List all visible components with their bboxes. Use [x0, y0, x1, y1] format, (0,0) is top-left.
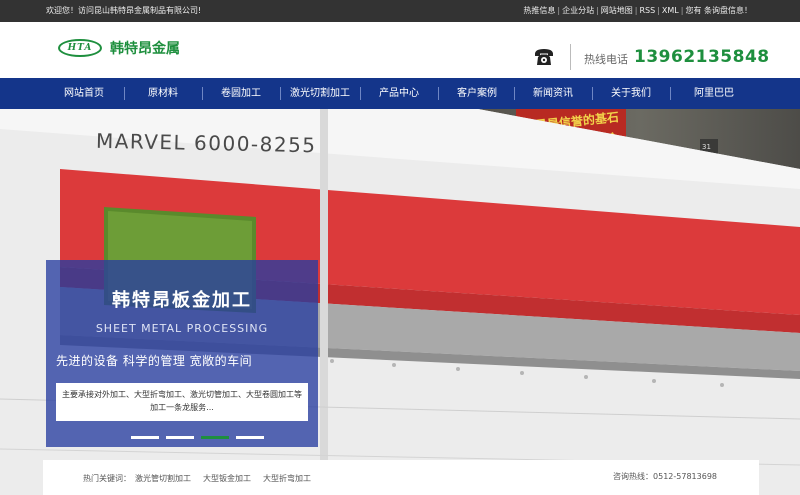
nav-divider	[124, 87, 125, 100]
welcome-text: 欢迎您！访问昆山韩特昂金属制品有限公司!	[46, 6, 202, 15]
machine-bolt	[584, 375, 588, 379]
nav-item-rolling[interactable]: 卷圆加工	[206, 78, 276, 109]
top-link-inquiry[interactable]: 您有 条询盘信息！	[685, 6, 752, 15]
nav-item-products[interactable]: 产品中心	[364, 78, 434, 109]
top-link-branch-sites[interactable]: 企业分站	[562, 6, 594, 15]
logo-mark: HTA	[58, 39, 102, 57]
top-link-separator: |	[657, 6, 660, 15]
top-link-separator: |	[680, 6, 684, 15]
nav-divider	[280, 87, 281, 100]
banner-description: 主要承接对外加工、大型折弯加工、激光切管加工、大型卷圆加工等加工一条龙服务...	[56, 383, 308, 421]
machine-bolt	[392, 363, 396, 367]
top-link-hot-info[interactable]: 热推信息	[523, 6, 555, 15]
keyword-link-laser-tube[interactable]: 激光管切割加工	[135, 473, 191, 484]
logo-name: 韩特昂金属	[110, 41, 180, 57]
top-links: 热推信息 | 企业分站 | 网站地图 | RSS | XML | 您有 条询盘信息！	[523, 0, 752, 22]
banner-caption-card: 韩特昂板金加工 SHEET METAL PROCESSING 先进的设备 科学的…	[46, 260, 318, 447]
slide-indicator-2[interactable]	[166, 436, 194, 439]
top-link-separator: |	[596, 6, 599, 15]
top-utility-bar: 欢迎您！访问昆山韩特昂金属制品有限公司! 热推信息 | 企业分站 | 网站地图 | RSS |…	[0, 0, 800, 22]
hot-keywords-label: 热门关键词：	[83, 474, 131, 483]
site-logo[interactable]: HTA 韩特昂金属	[58, 38, 180, 58]
nav-divider	[670, 87, 671, 100]
machine-bolt	[720, 383, 724, 387]
hotline-label: 热线电话	[584, 53, 628, 66]
machine-model-text: MARVEL 6000-8255	[95, 128, 317, 158]
top-link-separator: |	[557, 6, 561, 15]
slide-indicator-1[interactable]	[131, 436, 159, 439]
hot-keywords-bar: 热门关键词： 激光管切割加工 大型钣金加工 大型折弯加工 咨询热线：0512-5…	[43, 460, 759, 495]
nav-item-about[interactable]: 关于我们	[596, 78, 666, 109]
slide-indicators	[131, 436, 265, 439]
banner-subtitle: SHEET METAL PROCESSING	[95, 322, 269, 335]
top-link-separator: |	[634, 6, 638, 15]
main-nav: 网站首页 原材料 卷圆加工 激光切割加工 产品中心 客户案例 新闻资讯 关于我们…	[0, 78, 800, 109]
nav-divider	[438, 87, 439, 100]
slide-indicator-3[interactable]	[201, 436, 229, 439]
machine-bolt	[330, 359, 334, 363]
telephone-icon	[535, 49, 553, 65]
machine-bolt	[652, 379, 656, 383]
nav-item-raw-materials[interactable]: 原材料	[128, 78, 198, 109]
keyword-link-bending[interactable]: 大型折弯加工	[263, 473, 311, 484]
banner-slogan: 先进的设备 科学的管理 宽敞的车间	[56, 354, 253, 368]
nav-divider	[514, 87, 515, 100]
nav-item-home[interactable]: 网站首页	[48, 78, 120, 109]
nav-item-cases[interactable]: 客户案例	[442, 78, 512, 109]
nav-divider	[360, 87, 361, 100]
top-link-sitemap[interactable]: 网站地图	[601, 6, 633, 15]
nav-divider	[202, 87, 203, 100]
top-link-xml[interactable]: XML	[662, 6, 679, 15]
site-header: HTA 韩特昂金属 热线电话 13962135848	[0, 22, 800, 78]
page: 欢迎您！访问昆山韩特昂金属制品有限公司! 热推信息 | 企业分站 | 网站地图 | RSS |…	[0, 0, 800, 495]
nav-divider	[592, 87, 593, 100]
consult-hotline: 咨询热线：0512-57813698	[613, 472, 717, 481]
hero-banner[interactable]: 质量是信誉的基石 质量是企业的生命 31 MARVEL 6000-8255 韩特…	[0, 109, 800, 495]
banner-title: 韩特昂板金加工	[112, 290, 252, 311]
hotline-divider	[570, 44, 571, 70]
top-link-rss[interactable]: RSS	[639, 6, 655, 15]
nav-item-alibaba[interactable]: 阿里巴巴	[674, 78, 754, 109]
machine-bolt	[520, 371, 524, 375]
machine-bolt	[456, 367, 460, 371]
nav-item-laser-cutting[interactable]: 激光切割加工	[282, 78, 358, 109]
hotline-number: 13962135848	[634, 47, 770, 67]
keyword-link-sheet-metal[interactable]: 大型钣金加工	[203, 473, 251, 484]
nav-item-news[interactable]: 新闻资讯	[518, 78, 588, 109]
slide-indicator-4[interactable]	[236, 436, 264, 439]
